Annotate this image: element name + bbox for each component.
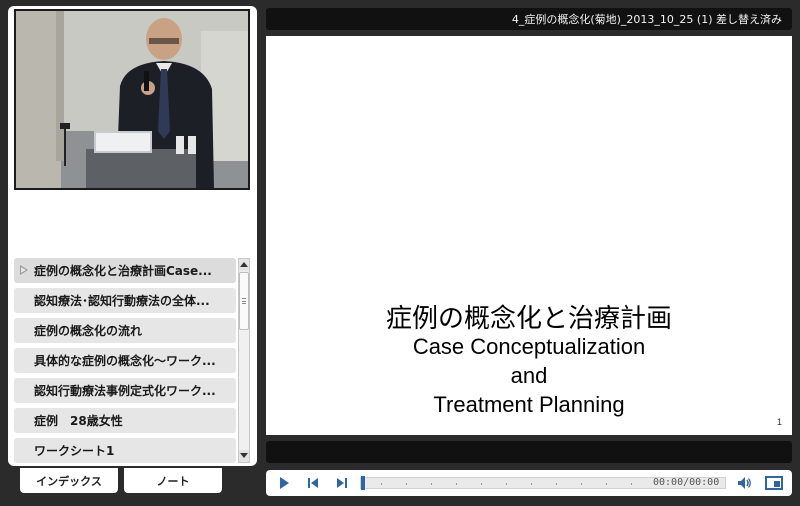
time-display: 00:00/00:00 [653,477,720,488]
slide-view: 症例の概念化と治療計画 Case Conceptualization and T… [266,36,792,435]
index-item-label: ワークシート1 [34,444,115,458]
screen-layout-icon[interactable] [765,475,783,491]
caption-bar [266,441,792,463]
index-item-label: 症例の概念化の流れ [34,324,143,338]
scroll-down-icon[interactable] [239,450,249,462]
seek-tick [581,483,582,485]
seek-tick [456,483,457,485]
scroll-grip-icon [242,298,246,304]
play-icon[interactable] [276,475,292,491]
index-item[interactable]: 症例 28歳女性 [14,408,236,433]
seek-handle[interactable] [361,476,365,490]
previous-icon[interactable] [305,475,321,491]
index-item[interactable]: 症例の概念化の流れ [14,318,236,343]
seek-tick [406,483,407,485]
scroll-thumb[interactable] [239,272,249,330]
index-item[interactable]: 症例の概念化と治療計画Case... [14,258,236,283]
index-item-label: 症例の概念化と治療計画Case... [34,264,212,278]
next-icon[interactable] [334,475,350,491]
seek-tick [556,483,557,485]
left-panel: 症例の概念化と治療計画Case... 認知療法･認知行動療法の全体... 症例の… [8,6,257,466]
index-scrollbar[interactable] [238,258,250,463]
seek-tick [631,483,632,485]
player-controls: 00:00/00:00 [266,470,792,496]
tab-index[interactable]: インデックス [20,468,118,493]
title-bar: 4_症例の概念化(菊地)_2013_10_25 (1) 差し替え済み [266,8,792,30]
scroll-up-icon[interactable] [239,259,249,271]
speaker-video-frame [16,11,248,188]
seek-tick [606,483,607,485]
index-item-label: 具体的な症例の概念化～ワーク... [34,354,216,368]
seek-tick [481,483,482,485]
seek-tick [381,483,382,485]
index-item[interactable]: 認知療法･認知行動療法の全体... [14,288,236,313]
index-item-label: 認知療法･認知行動療法の全体... [34,294,210,308]
seek-tick [431,483,432,485]
index-item-label: 症例 28歳女性 [34,414,123,428]
index-list: 症例の概念化と治療計画Case... 認知療法･認知行動療法の全体... 症例の… [14,258,236,468]
tab-note[interactable]: ノート [124,468,222,493]
volume-icon[interactable] [736,475,752,491]
lecture-title: 4_症例の概念化(菊地)_2013_10_25 (1) 差し替え済み [511,13,782,26]
current-item-icon [20,265,28,275]
slide-title-english-line2: and [510,363,548,388]
speaker-video[interactable] [14,9,250,190]
slide-title-english-line1: Case Conceptualization [412,334,646,359]
index-item[interactable]: 認知行動療法事例定式化ワーク... [14,378,236,403]
slide-page-number: 1 [776,417,782,427]
slide-title-japanese: 症例の概念化と治療計画 [385,304,672,334]
seek-tick [531,483,532,485]
index-item-label: 認知行動療法事例定式化ワーク... [34,384,216,398]
index-item[interactable]: 具体的な症例の概念化～ワーク... [14,348,236,373]
slide-title-english-line3: Treatment Planning [433,392,625,417]
seek-tick [506,483,507,485]
index-item[interactable]: ワークシート1 [14,438,236,463]
